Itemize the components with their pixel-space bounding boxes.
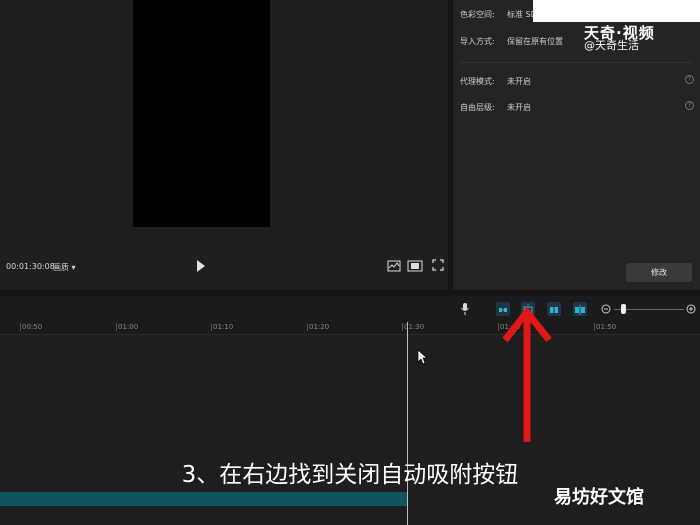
divider: [460, 62, 692, 63]
prop-label-import: 导入方式:: [460, 37, 495, 46]
ruler-label: 01:50: [596, 323, 617, 331]
prop-label-proxy: 代理模式:: [460, 77, 495, 86]
fullscreen-icon[interactable]: [432, 259, 444, 271]
play-icon[interactable]: [196, 259, 206, 273]
playhead[interactable]: [407, 322, 408, 525]
ruler-label: 01:10: [213, 323, 234, 331]
prop-label-layer: 自由层级:: [460, 103, 495, 112]
zoom-out-icon[interactable]: [601, 304, 611, 314]
video-clip[interactable]: [0, 492, 407, 506]
ruler-tick: [211, 323, 212, 331]
ratio-dropdown[interactable]: 画质 ▾: [53, 262, 76, 273]
help-icon[interactable]: ?: [685, 101, 694, 110]
ruler-tick: [20, 323, 21, 331]
microphone-icon[interactable]: [460, 302, 470, 316]
prop-value-proxy: 未开启: [507, 77, 531, 86]
ruler-label: 01:00: [118, 323, 139, 331]
ratio-label: 画质: [53, 263, 69, 272]
watermark-handle: @天奇生活: [584, 39, 639, 52]
red-arrow-icon: [502, 306, 552, 442]
prop-value-import: 保留在原有位置: [507, 37, 563, 46]
zoom-in-icon[interactable]: [686, 304, 696, 314]
mouse-cursor-icon: [417, 349, 427, 365]
ruler-label: 00:50: [22, 323, 43, 331]
chevron-down-icon: ▾: [71, 263, 76, 272]
ratio-icon[interactable]: [407, 259, 423, 273]
video-frame: [133, 0, 270, 227]
ruler-tick: [116, 323, 117, 331]
timeline-ruler[interactable]: [0, 322, 700, 335]
waveform-icon[interactable]: [387, 259, 401, 273]
zoom-slider-handle[interactable]: [621, 304, 626, 314]
help-icon[interactable]: ?: [685, 75, 694, 84]
timeline-toolbar: [0, 296, 700, 322]
ruler-tick: [307, 323, 308, 331]
prop-value-layer: 未开启: [507, 103, 531, 112]
ruler-label: 01:20: [309, 323, 330, 331]
timecode: 00:01:30:08: [6, 262, 55, 271]
align-icon[interactable]: [573, 302, 587, 316]
modify-button[interactable]: 修改: [626, 263, 692, 282]
ruler-tick: [402, 323, 403, 331]
overlay-bar: [533, 0, 700, 22]
corner-watermark: 易坊好文馆: [554, 487, 644, 508]
ruler-tick: [594, 323, 595, 331]
prop-label-colorspace: 色彩空间:: [460, 10, 495, 19]
